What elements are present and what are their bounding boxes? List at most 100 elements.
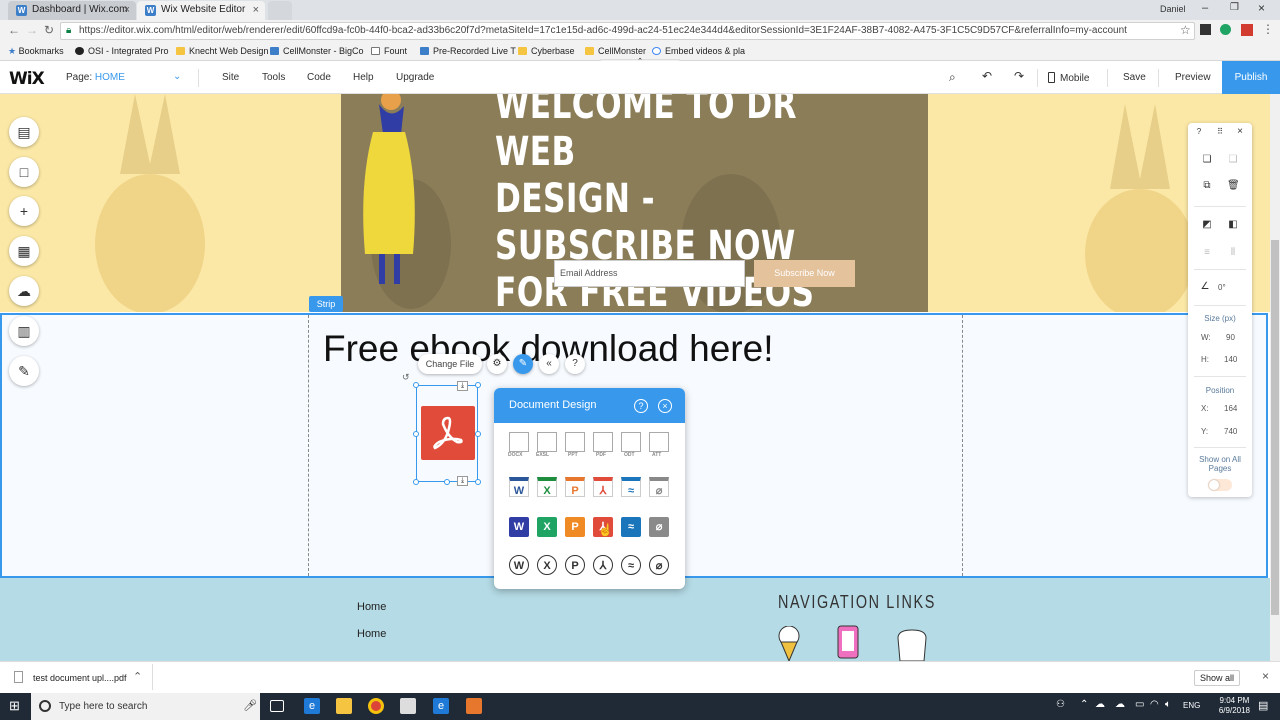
- powerpoint-tab-icon[interactable]: P: [565, 477, 585, 497]
- bookmark-item[interactable]: OSI - Integrated Pro: [75, 42, 169, 60]
- resize-handle[interactable]: [444, 479, 450, 485]
- delete-icon[interactable]: 🗑︎: [1227, 180, 1240, 192]
- taskbar-search-input[interactable]: Type here to search 🎤︎: [31, 693, 260, 720]
- microphone-icon[interactable]: 🎤︎: [243, 693, 257, 720]
- pages-icon[interactable]: ▤: [9, 117, 39, 147]
- email-input[interactable]: Email Address: [554, 260, 745, 287]
- bookmark-item[interactable]: Embed videos & pla: [652, 42, 745, 60]
- ppt-outline-icon[interactable]: PPT: [565, 432, 585, 458]
- distribute-icon[interactable]: ≡: [1201, 247, 1213, 259]
- odt-tab-icon[interactable]: ≈: [621, 477, 641, 497]
- background-icon[interactable]: □: [9, 157, 39, 187]
- bookmark-item[interactable]: CellMonster - BigCo: [270, 42, 364, 60]
- xlsx-outline-icon[interactable]: EXSL: [536, 432, 557, 458]
- scrollbar-thumb[interactable]: [1271, 240, 1279, 615]
- rotate-icon[interactable]: ↺: [402, 372, 410, 383]
- store-icon[interactable]: [400, 698, 416, 714]
- taskbar-clock[interactable]: 9:04 PM 6/9/2018: [1219, 696, 1250, 716]
- footer[interactable]: Home Home NAVIGATION LINKS: [0, 578, 1270, 661]
- resize-handle[interactable]: [413, 382, 419, 388]
- powerpoint-solid-icon[interactable]: P: [565, 517, 585, 537]
- word-circle-icon[interactable]: W: [509, 555, 529, 575]
- tab-wix-editor[interactable]: W Wix Website Editor ×: [137, 1, 265, 20]
- volume-icon[interactable]: 🔈︎: [1165, 699, 1171, 710]
- animation-icon[interactable]: «: [539, 354, 559, 374]
- show-on-all-pages-toggle[interactable]: [1208, 479, 1232, 491]
- cloud-icon[interactable]: ☁: [1115, 699, 1125, 710]
- resize-handle[interactable]: [475, 382, 481, 388]
- width-value[interactable]: 90: [1226, 333, 1235, 342]
- attachment-outline-icon[interactable]: ATT: [649, 432, 669, 458]
- onedrive-icon[interactable]: ☁: [1095, 699, 1105, 710]
- bookmark-item[interactable]: Cyberbase: [518, 42, 575, 60]
- menu-help[interactable]: Help: [353, 72, 374, 83]
- language-indicator[interactable]: ENG: [1183, 701, 1200, 710]
- attachment-tab-icon[interactable]: ⌀: [649, 477, 669, 497]
- wix-logo[interactable]: WiX: [9, 69, 45, 89]
- strip-label[interactable]: Strip: [309, 296, 343, 312]
- upload-media-icon[interactable]: ☁: [9, 276, 39, 306]
- powerpoint-circle-icon[interactable]: P: [565, 555, 585, 575]
- panel-help-button[interactable]: ?: [634, 399, 648, 413]
- pdf-document-icon[interactable]: [421, 406, 475, 460]
- help-button[interactable]: ?: [565, 354, 585, 374]
- settings-gear-icon[interactable]: ⚙: [487, 354, 507, 374]
- attachment-solid-icon[interactable]: ⌀: [649, 517, 669, 537]
- copy-icon[interactable]: ❏: [1201, 154, 1213, 166]
- tray-chevron-icon[interactable]: ⌃: [1080, 699, 1088, 710]
- profile-name[interactable]: Daniel: [1160, 4, 1186, 14]
- chevron-up-icon[interactable]: ⌃: [133, 670, 142, 683]
- pen-icon[interactable]: ✎: [9, 356, 39, 386]
- stretch-icon[interactable]: ⤓: [457, 381, 468, 391]
- match-size-icon[interactable]: ⫴: [1227, 247, 1239, 259]
- excel-circle-icon[interactable]: X: [537, 555, 557, 575]
- bookmark-item[interactable]: Fount: [371, 42, 407, 60]
- resize-handle[interactable]: [475, 431, 481, 437]
- download-filename[interactable]: test document upl....pdf: [33, 673, 127, 683]
- zoom-icon[interactable]: ⌕: [949, 70, 956, 85]
- bookmarks-menu[interactable]: ★ Bookmarks: [8, 42, 64, 60]
- change-file-button[interactable]: Change File: [418, 354, 482, 374]
- word-tab-icon[interactable]: W: [509, 477, 529, 497]
- footer-link-home[interactable]: Home: [357, 601, 386, 613]
- excel-solid-icon[interactable]: X: [537, 517, 557, 537]
- close-icon[interactable]: ×: [1262, 669, 1269, 683]
- excel-tab-icon[interactable]: X: [537, 477, 557, 497]
- align-icon[interactable]: ◧: [1227, 219, 1239, 231]
- back-icon[interactable]: ←: [8, 23, 20, 37]
- task-view-icon[interactable]: [270, 700, 284, 712]
- odt-solid-icon[interactable]: ≈: [621, 517, 641, 537]
- redo-icon[interactable]: ↷: [1014, 69, 1024, 83]
- resize-handle[interactable]: [413, 479, 419, 485]
- url-input[interactable]: 🔒︎ https://editor.wix.com/html/editor/we…: [60, 22, 1195, 40]
- show-all-button[interactable]: Show all: [1194, 670, 1240, 686]
- footer-link-home[interactable]: Home: [357, 628, 386, 640]
- battery-icon[interactable]: ▭: [1135, 699, 1144, 710]
- add-icon[interactable]: +: [9, 196, 39, 226]
- app-icon[interactable]: [466, 698, 482, 714]
- menu-code[interactable]: Code: [307, 72, 331, 83]
- extension-red-icon[interactable]: [1241, 24, 1253, 36]
- chrome-icon[interactable]: [368, 698, 384, 714]
- bookmark-item[interactable]: Knecht Web Design: [176, 42, 268, 60]
- design-brush-icon[interactable]: ✎: [513, 354, 533, 374]
- minimize-icon[interactable]: –: [1202, 2, 1208, 14]
- odt-circle-icon[interactable]: ≈: [621, 555, 641, 575]
- extension-green-icon[interactable]: [1220, 24, 1231, 35]
- publish-button[interactable]: Publish: [1222, 61, 1280, 94]
- extension-grid-icon[interactable]: [1200, 24, 1211, 35]
- restore-icon[interactable]: ❐: [1230, 2, 1239, 13]
- resize-handle[interactable]: [413, 431, 419, 437]
- pdf-tab-icon[interactable]: ⅄: [593, 477, 613, 497]
- docx-outline-icon[interactable]: DOCX: [508, 432, 529, 458]
- edge-icon[interactable]: e: [304, 698, 320, 714]
- stretch-icon[interactable]: ⤓: [457, 476, 468, 486]
- undo-icon[interactable]: ↶: [982, 69, 992, 83]
- windows-start-icon[interactable]: ⊞: [9, 699, 20, 713]
- duplicate-icon[interactable]: ⧉: [1201, 180, 1213, 192]
- attachment-circle-icon[interactable]: ⌀: [649, 555, 669, 575]
- subscribe-button[interactable]: Subscribe Now: [754, 260, 855, 287]
- close-icon[interactable]: ×: [124, 1, 130, 19]
- wifi-icon[interactable]: ◠: [1150, 699, 1159, 710]
- height-value[interactable]: 140: [1224, 355, 1237, 364]
